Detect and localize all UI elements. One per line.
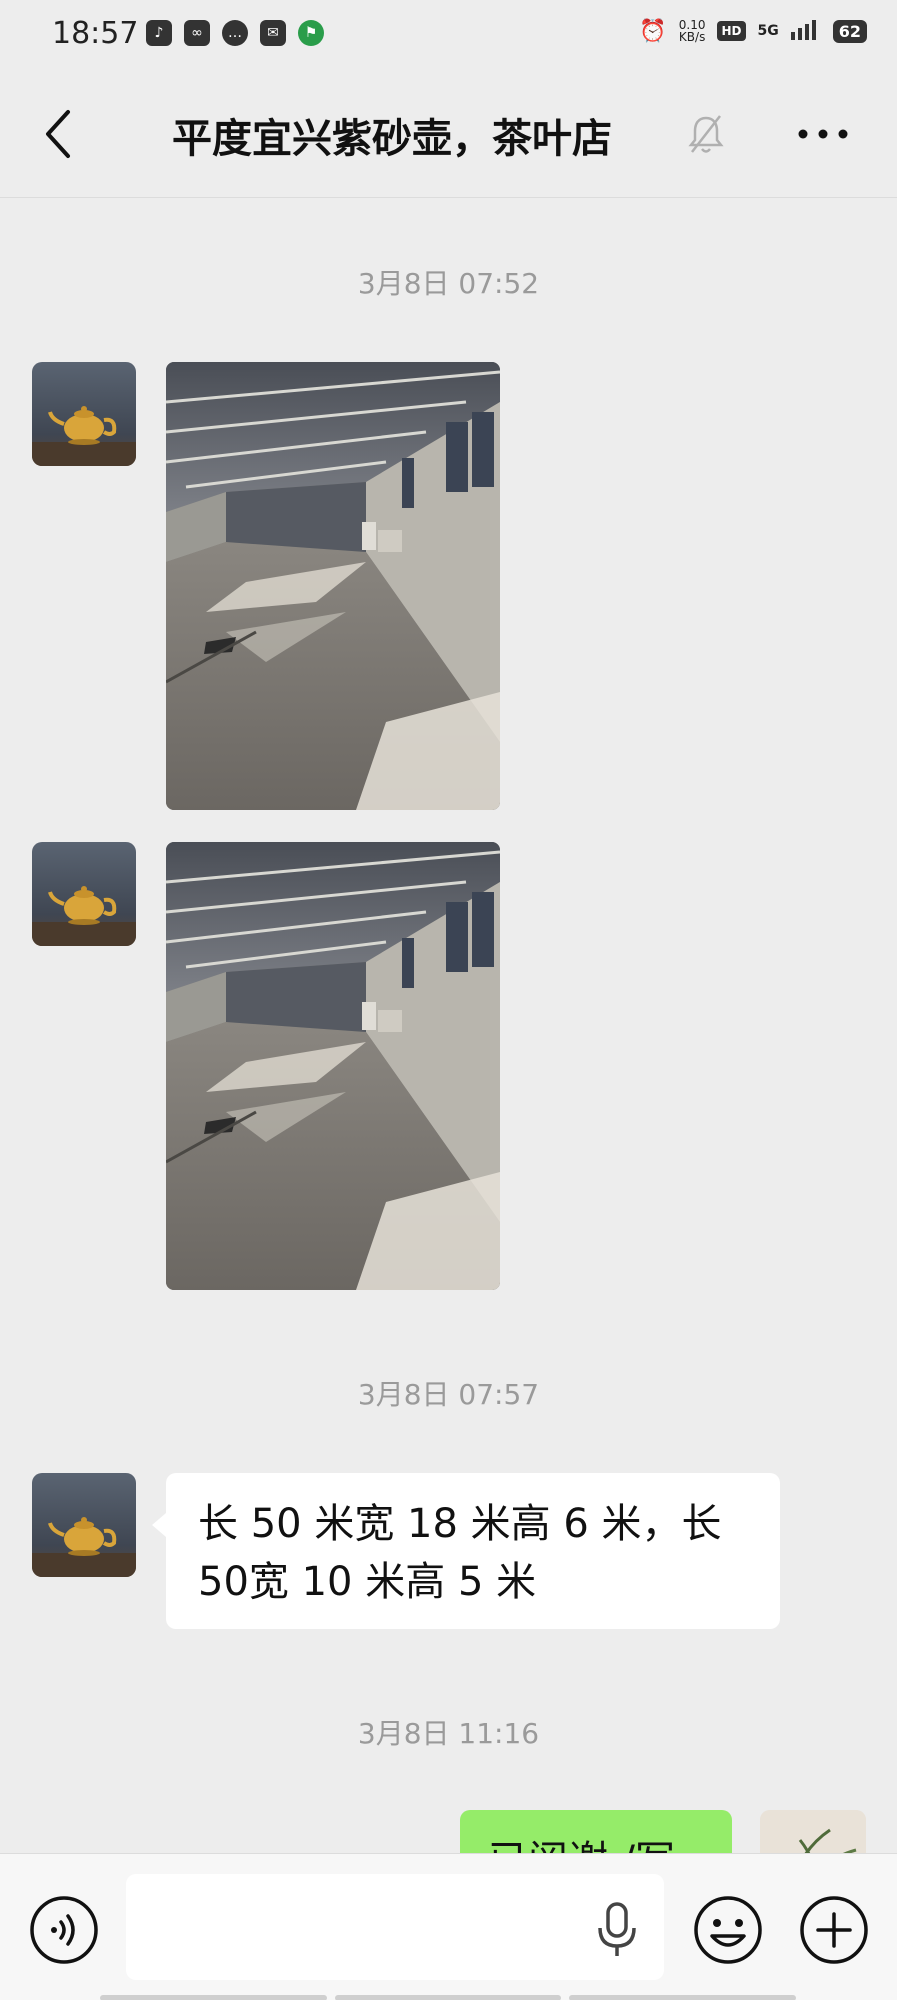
message-input[interactable] <box>126 1874 664 1980</box>
plus-icon[interactable] <box>798 1894 870 1966</box>
microphone-icon[interactable] <box>594 1900 640 1958</box>
timestamp: 3月8日 11:16 <box>357 1717 540 1750</box>
net-speed: 0.10 KB/s <box>678 18 706 44</box>
message-icon: … <box>222 20 248 46</box>
hd-badge: HD <box>717 21 746 41</box>
notification-icons: ♪ ∞ … ✉ ⚑ <box>146 20 324 46</box>
contact-avatar[interactable] <box>32 842 136 946</box>
chat-title: 平度宜兴紫砂壶，茶叶店 <box>172 116 612 162</box>
timestamp: 3月8日 07:57 <box>357 1378 540 1411</box>
message-bubble[interactable]: 长 50 米宽 18 米高 6 米，长 50宽 10 米高 5 米 <box>152 1473 780 1629</box>
signal-icon <box>790 18 821 44</box>
contact-avatar[interactable] <box>32 1473 136 1577</box>
gesture-bar <box>100 1995 797 2000</box>
app-icon: ⚑ <box>298 20 324 46</box>
contact-avatar[interactable] <box>32 362 136 466</box>
mail-icon: ✉ <box>260 20 286 46</box>
timestamp: 3月8日 07:52 <box>357 267 540 300</box>
status-time: 18:57 <box>52 16 139 51</box>
warehouse-photo[interactable] <box>166 362 500 810</box>
alarm-icon: ⏰ <box>639 18 667 44</box>
back-icon[interactable] <box>36 106 84 162</box>
more-icon[interactable] <box>796 120 850 148</box>
link-icon: ∞ <box>184 20 210 46</box>
message-text-line: 长 50 米宽 18 米高 6 米，长 <box>198 1501 722 1547</box>
input-bar <box>0 1853 897 2000</box>
battery-indicator: 62 <box>832 19 867 43</box>
warehouse-photo[interactable] <box>166 842 500 1290</box>
network-type: 5G <box>757 23 779 39</box>
emoji-icon[interactable] <box>692 1894 764 1966</box>
chat-header: 平度宜兴紫砂壶，茶叶店 <box>0 70 897 198</box>
status-bar: 18:57 ♪ ∞ … ✉ ⚑ ⏰ 0.10 KB/s HD 5G 62 <box>0 0 897 70</box>
message-text-line: 50宽 10 米高 5 米 <box>198 1559 537 1605</box>
status-right: ⏰ 0.10 KB/s HD 5G 62 <box>639 18 867 44</box>
mute-bell-icon <box>688 115 724 153</box>
voice-icon[interactable] <box>28 1894 100 1966</box>
tiktok-icon: ♪ <box>146 20 172 46</box>
